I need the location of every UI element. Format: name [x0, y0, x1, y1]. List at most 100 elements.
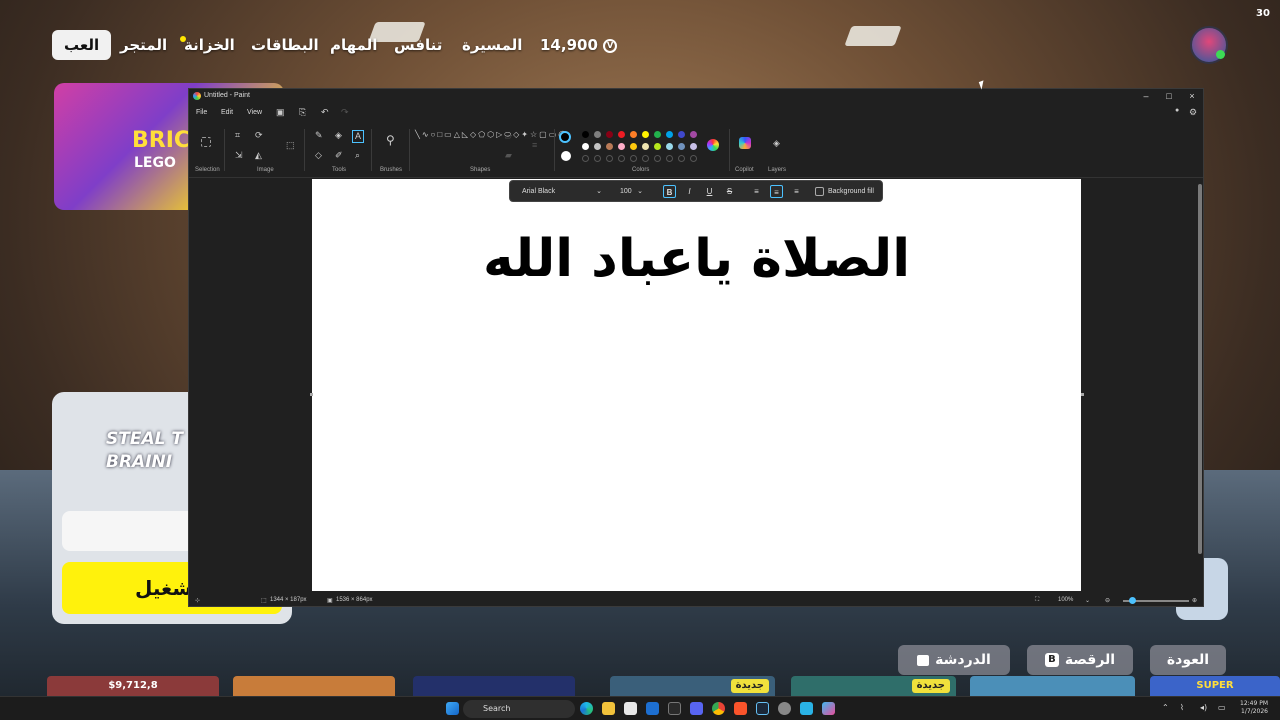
custom-color-slot[interactable] [606, 155, 613, 162]
nav-play[interactable]: العب [52, 30, 112, 60]
selection-icon[interactable] [201, 137, 211, 147]
layers-icon[interactable]: ◈ [773, 139, 780, 148]
store-icon[interactable] [624, 702, 637, 715]
drawing-canvas[interactable]: الصلاة ياعباد الله [312, 179, 1081, 591]
color-swatch[interactable] [582, 131, 589, 138]
color-swatch[interactable] [678, 143, 685, 150]
zoom-in-icon[interactable]: ⊕ [1192, 597, 1197, 604]
chrome-icon[interactable] [712, 702, 725, 715]
primary-color[interactable] [559, 131, 571, 143]
custom-color-slot[interactable] [594, 155, 601, 162]
copilot-icon[interactable] [739, 137, 751, 149]
vbucks-balance[interactable]: 14,900 V [540, 30, 618, 60]
paint-titlebar[interactable]: Untitled - Paint – □ × [189, 89, 1203, 103]
tile-brainrot[interactable]: $9,712,8 [47, 676, 219, 696]
vertical-scrollbar[interactable] [1198, 184, 1202, 554]
color-swatch[interactable] [642, 131, 649, 138]
account-icon[interactable]: ● [1175, 107, 1179, 114]
shape-size-icon[interactable]: ≡ [532, 141, 537, 150]
menu-edit[interactable]: Edit [221, 109, 233, 116]
shapes-gallery[interactable]: ╲∿○□▭△◺◇⬠⬡▷⬭◇✦☆▢▭◯ [415, 129, 567, 140]
settings-icon[interactable] [778, 702, 791, 715]
taskbar-search[interactable]: Search [463, 700, 575, 718]
magnifier-icon[interactable]: ⌕ [355, 151, 360, 160]
zoom-slider-thumb[interactable] [1129, 597, 1136, 604]
color-swatch[interactable] [630, 143, 637, 150]
brush-icon[interactable]: ⚲ [386, 134, 395, 146]
maximize-icon[interactable]: □ [1158, 90, 1180, 102]
edge-icon[interactable] [580, 702, 593, 715]
custom-color-slot[interactable] [618, 155, 625, 162]
color-swatch[interactable] [654, 143, 661, 150]
color-picker-icon[interactable]: ✐ [335, 151, 343, 160]
secondary-color[interactable] [561, 151, 571, 161]
nav-compete[interactable]: تنافس [394, 30, 442, 60]
eraser-icon[interactable]: ◇ [315, 151, 322, 160]
chevron-down-icon[interactable]: ⌄ [1085, 597, 1090, 604]
color-swatch[interactable] [690, 131, 697, 138]
paint-window[interactable]: Untitled - Paint – □ × File Edit View ▣ … [188, 88, 1204, 607]
file-explorer-icon[interactable] [602, 702, 615, 715]
discord-icon[interactable] [690, 702, 703, 715]
nav-quests[interactable]: المهام [330, 30, 377, 60]
tile-game[interactable] [970, 676, 1135, 696]
share-icon[interactable]: ⎘ [299, 107, 306, 118]
nav-shop[interactable]: المتجر [120, 30, 167, 60]
tile-game[interactable]: جديدة [610, 676, 775, 696]
nav-locker[interactable]: الخزانة [184, 30, 235, 60]
custom-color-slot[interactable] [690, 155, 697, 162]
epic-games-icon[interactable] [668, 702, 681, 715]
chat-button[interactable]: الدردشة [898, 645, 1010, 675]
zoom-level[interactable]: 100% [1058, 597, 1073, 603]
tile-game[interactable]: جديدة [791, 676, 956, 696]
crop-icon[interactable]: ⌗ [235, 131, 240, 140]
save-icon[interactable]: ▣ [276, 107, 285, 118]
custom-color-slot[interactable] [678, 155, 685, 162]
taskbar-clock[interactable]: 12:49 PM 1/7/2026 [1240, 700, 1268, 716]
minimize-icon[interactable]: – [1135, 90, 1157, 102]
menu-file[interactable]: File [196, 109, 207, 116]
color-swatch[interactable] [606, 131, 613, 138]
undo-icon[interactable]: ↶ [321, 107, 329, 118]
network-icon[interactable]: ⌇ [1180, 703, 1184, 712]
rotate-icon[interactable]: ⟳ [255, 131, 263, 140]
strikethrough-button[interactable]: S [723, 185, 736, 198]
canvas-resize-handle[interactable] [1081, 393, 1084, 396]
color-swatch[interactable] [678, 131, 685, 138]
fill-icon[interactable]: ◈ [335, 131, 342, 140]
zoom-out-icon[interactable]: ⊖ [1105, 597, 1110, 604]
back-button[interactable]: العودة [1150, 645, 1226, 675]
brave-icon[interactable] [734, 702, 747, 715]
color-swatch[interactable] [654, 131, 661, 138]
outlook-icon[interactable] [646, 702, 659, 715]
custom-color-slot[interactable] [582, 155, 589, 162]
paint-taskbar-icon[interactable] [822, 702, 835, 715]
menu-view[interactable]: View [247, 109, 262, 116]
background-remove-icon[interactable]: ⬚ [286, 141, 295, 150]
shape-fill-icon[interactable]: ▰ [505, 151, 512, 160]
color-swatch[interactable] [618, 131, 625, 138]
align-center-icon[interactable]: ≡ [770, 185, 783, 198]
custom-color-slot[interactable] [666, 155, 673, 162]
color-swatch[interactable] [666, 143, 673, 150]
tray-chevron-icon[interactable]: ⌃ [1162, 703, 1169, 712]
color-swatch[interactable] [606, 143, 613, 150]
fit-icon[interactable]: ⛶ [1035, 597, 1039, 604]
color-swatch[interactable] [594, 131, 601, 138]
tile-game[interactable]: SUPER [1150, 676, 1280, 696]
color-swatch[interactable] [582, 143, 589, 150]
color-swatch[interactable] [666, 131, 673, 138]
redo-icon[interactable]: ↷ [341, 107, 349, 118]
resize-icon[interactable]: ⇲ [235, 151, 243, 160]
battery-icon[interactable]: ▭ [1218, 703, 1226, 712]
settings-icon[interactable]: ⚙ [1189, 107, 1197, 118]
custom-color-slot[interactable] [642, 155, 649, 162]
align-right-icon[interactable]: ≡ [790, 185, 803, 198]
secondary-button[interactable] [62, 511, 202, 551]
italic-button[interactable]: I [683, 185, 696, 198]
app-icon[interactable] [800, 702, 813, 715]
volume-icon[interactable]: ◂) [1200, 703, 1207, 712]
emote-button[interactable]: B الرقصة [1027, 645, 1133, 675]
nav-career[interactable]: المسيرة [462, 30, 522, 60]
tile-game[interactable] [413, 676, 575, 696]
